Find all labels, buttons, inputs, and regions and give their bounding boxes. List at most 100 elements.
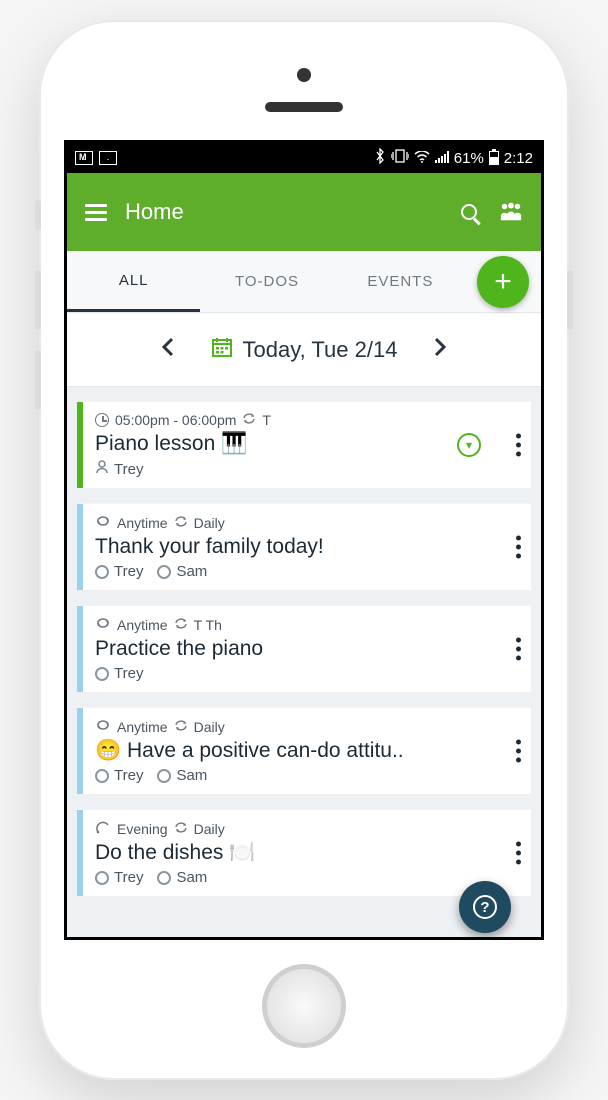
item-time: Anytime — [117, 719, 168, 735]
item-repeat: Daily — [194, 821, 225, 837]
stripe — [77, 504, 83, 590]
checkbox-empty-icon[interactable] — [95, 871, 109, 885]
tab-bar: ALL TO-DOS EVENTS + — [67, 251, 541, 313]
page-title: Home — [125, 199, 184, 225]
assignee: Trey — [95, 563, 143, 580]
item-menu-button[interactable] — [516, 536, 521, 559]
item-time: Anytime — [117, 617, 168, 633]
repeat-icon — [174, 821, 188, 837]
add-button[interactable]: + — [477, 256, 529, 308]
person-icon — [95, 460, 109, 478]
search-icon[interactable] — [457, 200, 481, 224]
checkbox-empty-icon[interactable] — [95, 769, 109, 783]
list-item[interactable]: Anytime Daily Thank your family today! Tre… — [77, 503, 531, 591]
signal-icon — [435, 150, 449, 167]
list-item[interactable]: 05:00pm - 06:00pm T Piano lesson 🎹 Trey — [77, 401, 531, 489]
mail-icon — [75, 151, 93, 165]
checkbox-empty-icon[interactable] — [157, 769, 171, 783]
item-list[interactable]: 05:00pm - 06:00pm TPiano lesson 🎹TreyAny… — [67, 387, 541, 937]
tab-todos[interactable]: TO-DOS — [200, 251, 333, 312]
assignee-list: Trey Sam — [95, 563, 517, 580]
checkbox-empty-icon[interactable] — [95, 565, 109, 579]
battery-percent: 61% — [454, 150, 484, 167]
next-day-button[interactable] — [425, 329, 455, 371]
item-menu-button[interactable] — [516, 740, 521, 763]
battery-icon — [489, 151, 499, 165]
tab-all[interactable]: ALL — [67, 251, 200, 312]
repeat-icon — [174, 719, 188, 735]
clock-icon — [95, 413, 109, 427]
assignee: Sam — [157, 563, 207, 580]
assignee-list: Trey — [95, 460, 517, 478]
evening-icon — [95, 820, 111, 837]
assignee-list: Trey Sam — [95, 767, 517, 784]
date-label: Today, Tue 2/14 — [243, 337, 398, 363]
assignee-name: Trey — [114, 767, 143, 784]
phone-speaker — [265, 102, 343, 112]
vibrate-icon — [391, 149, 409, 167]
item-menu-button[interactable] — [516, 638, 521, 661]
item-menu-button[interactable] — [516, 434, 521, 457]
list-item[interactable]: Anytime Daily 😁 Have a positive can-do at… — [77, 707, 531, 795]
screen: 61% 2:12 Home ALL TO-DOS EVENTS + — [64, 140, 544, 940]
item-title: Thank your family today! — [95, 535, 517, 559]
assignee-list: Trey — [95, 665, 517, 682]
item-menu-button[interactable] — [516, 842, 521, 865]
list-item[interactable]: Anytime T Th Practice the piano Trey — [77, 605, 531, 693]
item-title: 😁 Have a positive can-do attitu.. — [95, 739, 517, 763]
item-meta: Anytime Daily — [95, 514, 517, 531]
item-meta: Anytime T Th — [95, 616, 517, 633]
checkbox-empty-icon[interactable] — [157, 871, 171, 885]
calendar-icon — [211, 336, 233, 364]
menu-icon[interactable] — [85, 204, 107, 221]
assignee-name: Trey — [114, 869, 143, 886]
assignee-name: Trey — [114, 665, 143, 682]
assignee: Sam — [157, 869, 207, 886]
item-repeat: Daily — [194, 515, 225, 531]
bluetooth-icon — [374, 148, 386, 168]
item-title: Piano lesson 🎹 — [95, 432, 517, 456]
status-bar: 61% 2:12 — [67, 143, 541, 173]
assignee: Trey — [95, 460, 143, 478]
assignee-name: Sam — [176, 563, 207, 580]
status-time: 2:12 — [504, 150, 533, 167]
stripe — [77, 606, 83, 692]
help-button[interactable]: ? — [459, 881, 511, 933]
checkbox-empty-icon[interactable] — [157, 565, 171, 579]
app-header: Home — [67, 173, 541, 251]
phone-home-button[interactable] — [262, 964, 346, 1048]
stripe — [77, 810, 83, 896]
wifi-icon — [414, 150, 430, 167]
item-time: Anytime — [117, 515, 168, 531]
assignee: Trey — [95, 767, 143, 784]
date-navigator: Today, Tue 2/14 — [67, 313, 541, 387]
phone-mute-switch — [35, 200, 41, 230]
assignee-name: Trey — [114, 461, 143, 478]
family-icon[interactable] — [499, 200, 523, 224]
mail-icon-2 — [99, 151, 117, 165]
repeat-icon — [174, 617, 188, 633]
phone-camera — [297, 68, 311, 82]
prev-day-button[interactable] — [153, 329, 183, 371]
checkbox-empty-icon[interactable] — [95, 667, 109, 681]
assignee-name: Sam — [176, 767, 207, 784]
assignee-name: Trey — [114, 563, 143, 580]
assignee-list: Trey Sam — [95, 869, 517, 886]
item-repeat: T Th — [194, 617, 222, 633]
loop-icon — [95, 514, 111, 531]
item-repeat: T — [262, 412, 271, 428]
item-time: 05:00pm - 06:00pm — [115, 412, 236, 428]
repeat-icon — [174, 515, 188, 531]
complete-toggle[interactable] — [457, 433, 481, 457]
tab-events[interactable]: EVENTS — [334, 251, 467, 312]
date-picker[interactable]: Today, Tue 2/14 — [211, 336, 398, 364]
item-meta: Anytime Daily — [95, 718, 517, 735]
stripe — [77, 708, 83, 794]
item-title: Practice the piano — [95, 637, 517, 661]
item-meta: Evening Daily — [95, 820, 517, 837]
item-meta: 05:00pm - 06:00pm T — [95, 412, 517, 428]
item-repeat: Daily — [194, 719, 225, 735]
list-item[interactable]: Evening Daily Do the dishes 🍽️ Trey Sam — [77, 809, 531, 897]
item-title: Do the dishes 🍽️ — [95, 841, 517, 865]
loop-icon — [95, 616, 111, 633]
